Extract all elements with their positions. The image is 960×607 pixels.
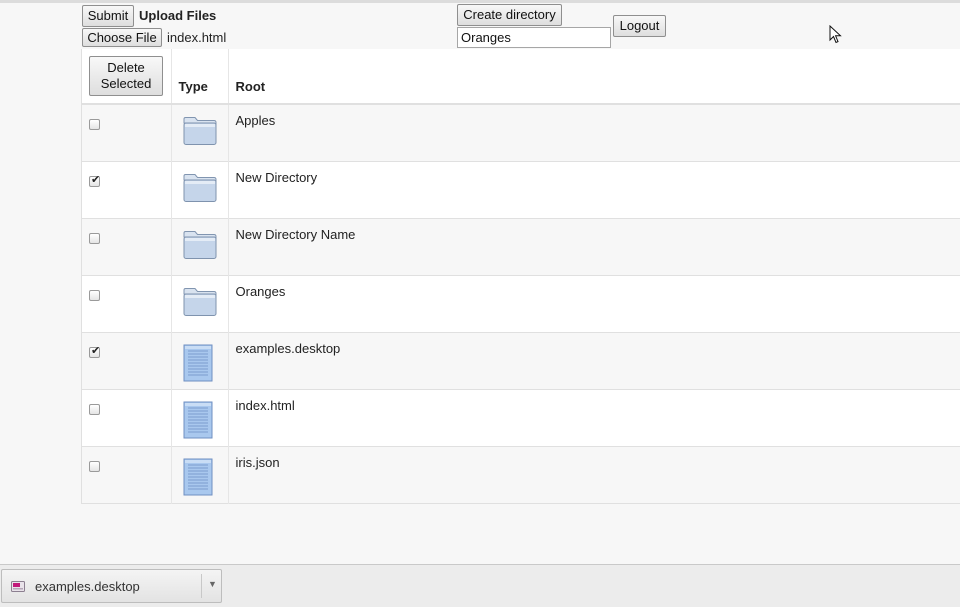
table-row: New Directory Name	[82, 218, 960, 275]
name-cell: iris.json	[228, 446, 960, 503]
document-icon	[183, 458, 212, 495]
directory-name-input[interactable]	[457, 27, 611, 48]
delete-selected-button[interactable]: Delete Selected	[89, 56, 163, 96]
name-cell: New Directory	[228, 161, 960, 218]
file-link[interactable]: examples.desktop	[236, 341, 341, 356]
type-header-label: Type	[178, 79, 208, 94]
checkmark-icon: ✔	[91, 344, 101, 357]
checkbox-checked[interactable]: ✔	[89, 173, 101, 187]
select-cell: ✔	[82, 332, 172, 389]
type-cell	[171, 104, 229, 161]
table-row: ✔ examples.desktop	[82, 332, 960, 389]
chosen-file-name: index.html	[167, 30, 227, 45]
checkmark-icon: ✔	[91, 173, 101, 186]
choose-file-button[interactable]: Choose File	[82, 28, 162, 47]
table-row: Oranges	[82, 275, 960, 332]
directory-link[interactable]: Apples	[236, 113, 276, 128]
checkbox-checked[interactable]: ✔	[89, 344, 101, 358]
logout-button[interactable]: Logout	[613, 15, 666, 37]
name-cell: Oranges	[228, 275, 960, 332]
name-cell: New Directory Name	[228, 218, 960, 275]
downloads-bar: examples.desktop ▼	[0, 564, 960, 607]
type-cell	[171, 332, 229, 389]
select-cell: ✔	[82, 161, 172, 218]
root-header-label: Root	[235, 79, 266, 94]
checkbox-unchecked[interactable]	[89, 232, 100, 244]
download-item[interactable]: examples.desktop ▼	[1, 569, 222, 603]
checkbox-unchecked[interactable]	[89, 403, 100, 415]
directory-link[interactable]: New Directory Name	[236, 227, 356, 242]
submit-button[interactable]: Submit	[82, 5, 134, 27]
directory-link[interactable]: Oranges	[236, 284, 286, 299]
table-header-row: Delete Selected Type Root	[82, 49, 960, 104]
file-rows: Apples ✔ New Directory New Directory Name Or…	[82, 104, 960, 503]
select-column-header: Delete Selected	[82, 49, 172, 104]
name-cell: Apples	[228, 104, 960, 161]
folder-icon	[183, 173, 216, 202]
desktop-file-icon	[11, 581, 25, 592]
file-link[interactable]: index.html	[236, 398, 295, 413]
table-row: iris.json	[82, 446, 960, 503]
directory-link[interactable]: New Directory	[236, 170, 318, 185]
download-item-separator	[201, 574, 202, 598]
table-row: index.html	[82, 389, 960, 446]
download-item-name: examples.desktop	[35, 579, 140, 594]
name-cell: index.html	[228, 389, 960, 446]
file-link[interactable]: iris.json	[236, 455, 280, 470]
select-cell	[82, 389, 172, 446]
select-cell	[82, 104, 172, 161]
table-row: Apples	[82, 104, 960, 161]
checkbox-unchecked[interactable]	[89, 460, 100, 472]
mouse-cursor-icon	[829, 25, 842, 44]
upload-files-title: Upload Files	[139, 8, 217, 23]
name-cell: examples.desktop	[228, 332, 960, 389]
type-cell	[171, 218, 229, 275]
type-cell	[171, 446, 229, 503]
folder-icon	[183, 230, 216, 259]
chevron-down-icon[interactable]: ▼	[208, 579, 217, 589]
create-directory-button[interactable]: Create directory	[457, 4, 562, 26]
checkbox-unchecked[interactable]	[89, 289, 100, 301]
top-border	[0, 0, 960, 3]
folder-icon	[183, 287, 216, 316]
select-cell	[82, 446, 172, 503]
checkbox-unchecked[interactable]	[89, 119, 100, 130]
root-column-header: Root	[228, 49, 960, 104]
document-icon	[183, 344, 212, 381]
table-row: ✔ New Directory	[82, 161, 960, 218]
type-cell	[171, 161, 229, 218]
file-table: Delete Selected Type Root Apples ✔ New Dir…	[81, 49, 960, 504]
select-cell	[82, 275, 172, 332]
document-icon	[183, 401, 212, 438]
folder-icon	[183, 117, 216, 145]
type-cell	[171, 275, 229, 332]
select-cell	[82, 218, 172, 275]
type-column-header: Type	[171, 49, 229, 104]
type-cell	[171, 389, 229, 446]
